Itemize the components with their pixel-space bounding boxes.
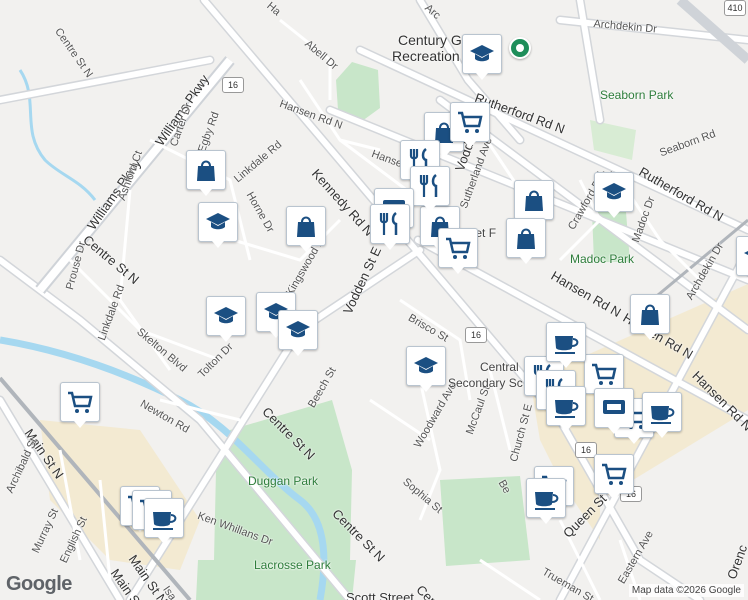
shopping-bag-marker[interactable] bbox=[286, 206, 326, 252]
cafe-marker[interactable] bbox=[642, 392, 682, 438]
shopping-bag-marker[interactable] bbox=[186, 150, 226, 196]
grocery-cart-marker[interactable] bbox=[594, 454, 634, 500]
park-label: Duggan Park bbox=[248, 474, 319, 488]
school-marker[interactable] bbox=[206, 296, 246, 342]
school-marker[interactable] bbox=[406, 346, 446, 392]
restaurant-marker[interactable] bbox=[410, 166, 450, 212]
cafe-marker[interactable] bbox=[526, 478, 566, 524]
grocery-cart-marker[interactable] bbox=[60, 382, 100, 428]
place-label: Recreation bbox=[392, 48, 460, 64]
restaurant-marker[interactable] bbox=[370, 204, 410, 250]
park-label: Seaborn Park bbox=[600, 88, 674, 102]
grocery-cart-marker[interactable] bbox=[450, 102, 490, 148]
cafe-marker[interactable] bbox=[546, 322, 586, 368]
cafe-marker[interactable] bbox=[546, 386, 586, 432]
map-canvas[interactable]: 16 16 16 16 410 Centre St N Williams Pkw… bbox=[0, 0, 748, 600]
highway-shield: 16 bbox=[222, 77, 244, 93]
shopping-bag-marker[interactable] bbox=[630, 294, 670, 340]
highway-shield: 410 bbox=[724, 0, 746, 16]
shopping-bag-marker[interactable] bbox=[506, 218, 546, 264]
park-area bbox=[590, 120, 636, 160]
shopping-bag-marker[interactable] bbox=[514, 180, 554, 226]
park-label: Lacrosse Park bbox=[254, 558, 331, 572]
place-label: Century G bbox=[398, 32, 462, 48]
park-label: Madoc Park bbox=[570, 252, 635, 266]
school-marker[interactable] bbox=[736, 236, 748, 276]
park-area bbox=[440, 476, 530, 566]
school-marker[interactable] bbox=[278, 310, 318, 356]
road-label: Scott Street bbox=[346, 590, 414, 600]
location-pin[interactable] bbox=[509, 37, 531, 59]
google-logo: Google bbox=[6, 573, 72, 595]
map-attribution: Map data ©2026 Google bbox=[628, 584, 744, 597]
cafe-marker[interactable] bbox=[144, 498, 184, 544]
school-marker[interactable] bbox=[462, 34, 502, 80]
place-label: Secondary Sc bbox=[448, 376, 523, 390]
highway-shield: 16 bbox=[465, 327, 487, 343]
atm-marker[interactable] bbox=[594, 388, 634, 434]
place-label: Central bbox=[480, 360, 519, 374]
grocery-cart-marker[interactable] bbox=[438, 228, 478, 274]
school-marker[interactable] bbox=[594, 172, 634, 218]
school-marker[interactable] bbox=[198, 202, 238, 248]
